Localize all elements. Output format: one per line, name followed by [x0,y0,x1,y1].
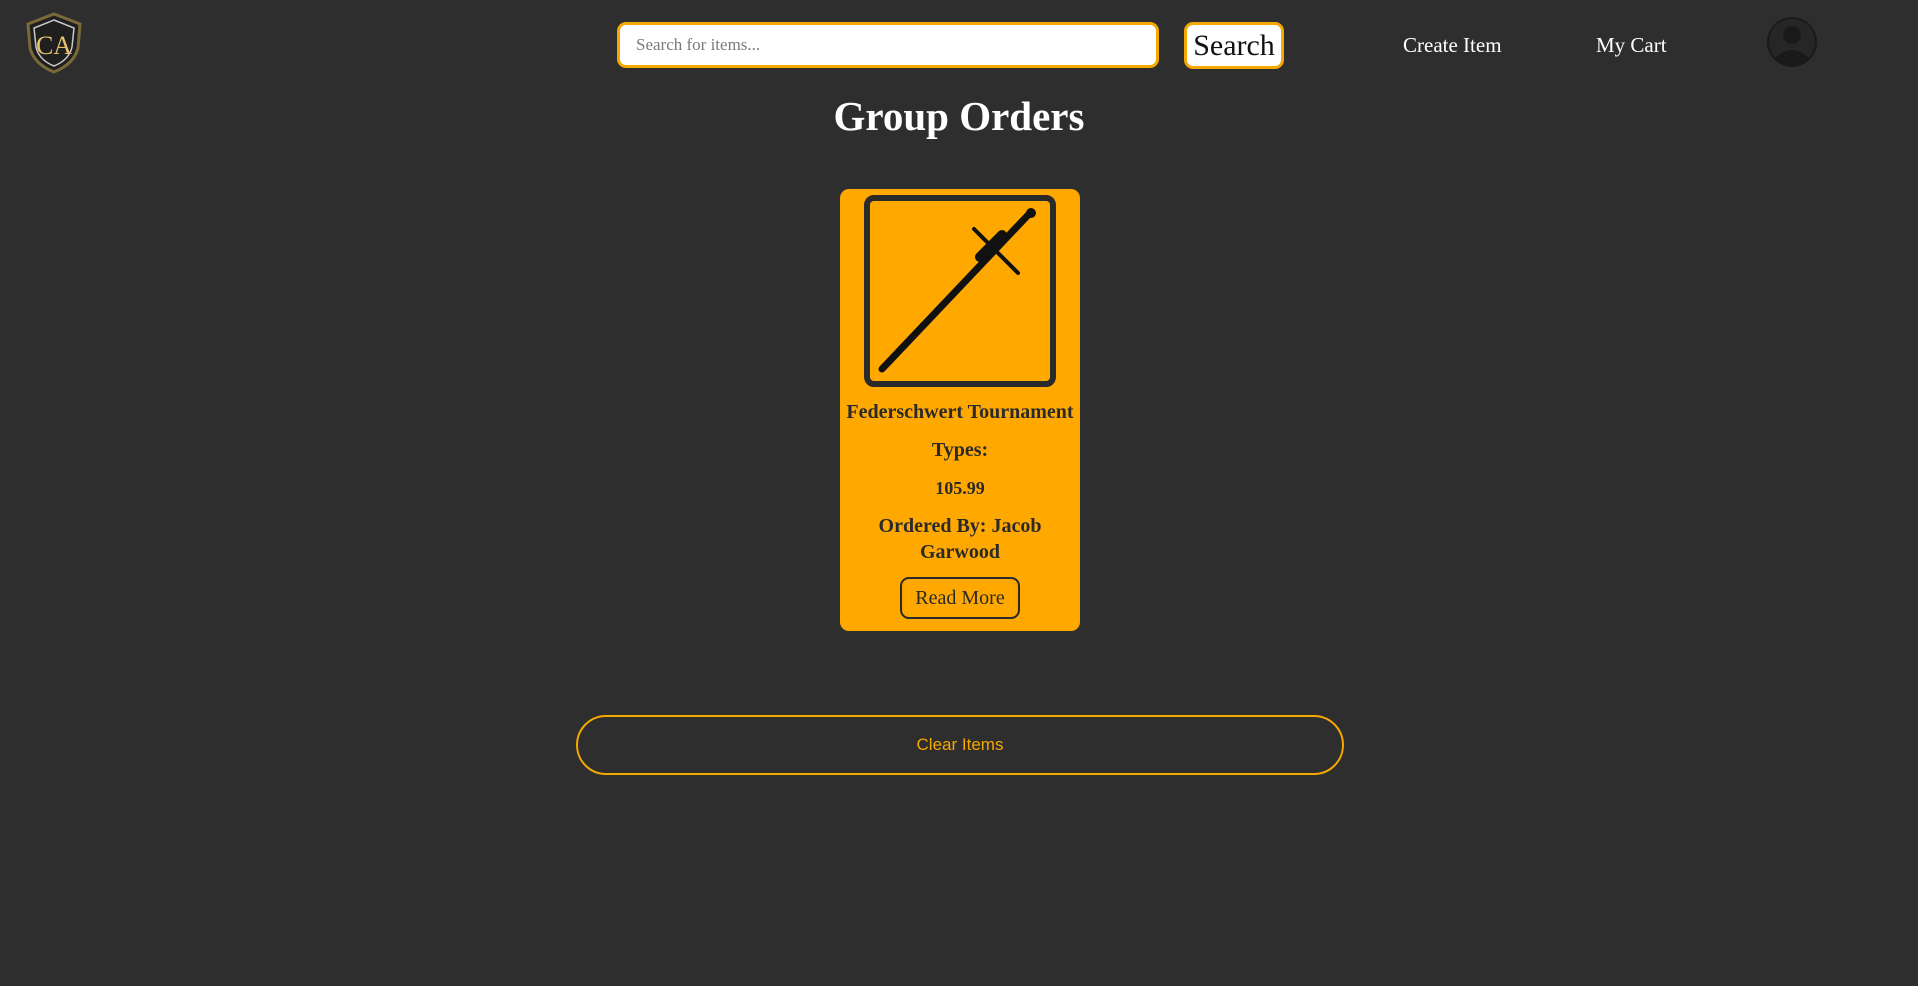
order-types-label: Types: [931,439,989,461]
order-image [864,195,1056,387]
nav-my-cart-link[interactable]: My Cart [1596,33,1667,58]
order-card: Federschwert Tournament Types: 105.99 Or… [840,189,1080,631]
user-avatar-icon [1767,17,1817,67]
clear-items-button[interactable]: Clear Items [576,715,1344,775]
search-input[interactable] [617,22,1159,68]
order-ordered-by: Ordered By: Jacob Garwood [878,515,1042,563]
search-button[interactable]: Search [1184,22,1284,69]
logo[interactable]: CA [24,12,84,74]
page-title: Group Orders [833,93,1085,139]
sword-icon [878,208,1036,373]
read-more-button[interactable]: Read More [900,577,1020,619]
nav-create-item-link[interactable]: Create Item [1403,33,1502,58]
shield-logo-icon: CA [26,12,82,74]
user-avatar[interactable] [1766,16,1818,68]
order-item-name: Federschwert Tournament [846,401,1074,423]
order-price: 105.99 [935,478,985,498]
logo-monogram: CA [36,31,72,60]
